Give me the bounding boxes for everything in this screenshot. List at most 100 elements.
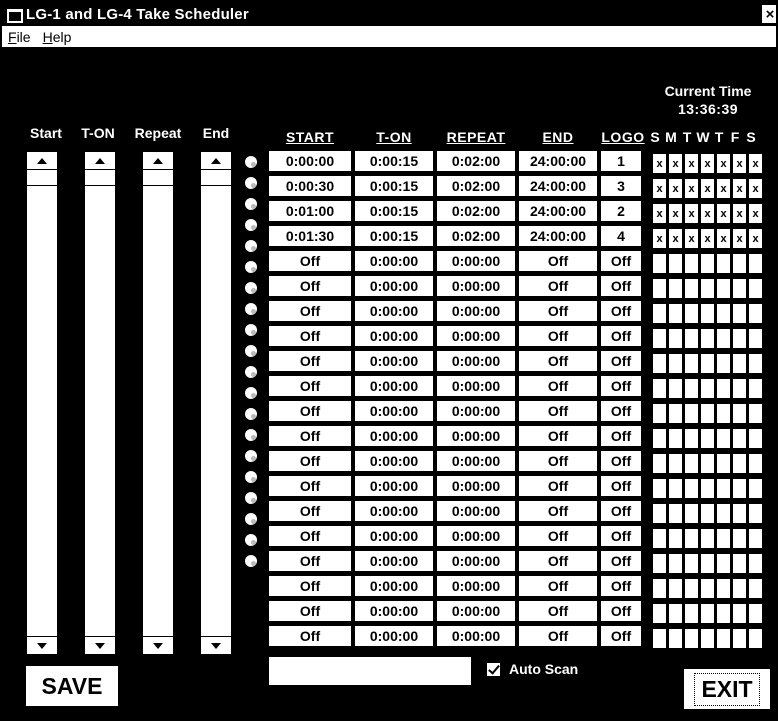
ton-field[interactable]: 0:00:00: [354, 600, 434, 622]
end-field[interactable]: Off: [518, 525, 598, 547]
day-checkbox[interactable]: [700, 303, 715, 324]
day-checkbox[interactable]: [700, 428, 715, 449]
day-checkbox[interactable]: [668, 478, 683, 499]
logo-field[interactable]: Off: [600, 575, 642, 597]
ton-field[interactable]: 0:00:00: [354, 250, 434, 272]
day-checkbox[interactable]: x: [732, 228, 747, 249]
exit-button[interactable]: EXIT: [682, 667, 772, 711]
scroll-down-button[interactable]: [201, 636, 231, 654]
day-checkbox[interactable]: x: [700, 153, 715, 174]
day-checkbox[interactable]: x: [684, 178, 699, 199]
start-field[interactable]: Off: [268, 325, 352, 347]
day-checkbox[interactable]: x: [684, 153, 699, 174]
end-field[interactable]: Off: [518, 625, 598, 647]
day-checkbox[interactable]: [652, 403, 667, 424]
scroll-down-button[interactable]: [143, 636, 173, 654]
logo-field[interactable]: Off: [600, 350, 642, 372]
day-checkbox[interactable]: [732, 603, 747, 624]
end-field[interactable]: Off: [518, 575, 598, 597]
day-checkbox[interactable]: [684, 578, 699, 599]
day-checkbox[interactable]: [732, 303, 747, 324]
start-field[interactable]: Off: [268, 400, 352, 422]
day-checkbox[interactable]: [732, 478, 747, 499]
day-checkbox[interactable]: [716, 403, 731, 424]
day-checkbox[interactable]: [700, 503, 715, 524]
day-checkbox[interactable]: [668, 353, 683, 374]
ton-field[interactable]: 0:00:15: [354, 150, 434, 172]
day-checkbox[interactable]: [732, 403, 747, 424]
day-checkbox[interactable]: [700, 603, 715, 624]
ton-field[interactable]: 0:00:15: [354, 200, 434, 222]
day-checkbox[interactable]: [668, 278, 683, 299]
day-checkbox[interactable]: [652, 303, 667, 324]
row-radio-button[interactable]: [244, 386, 258, 400]
day-checkbox[interactable]: [732, 578, 747, 599]
row-radio-button[interactable]: [244, 197, 258, 211]
day-checkbox[interactable]: [732, 453, 747, 474]
end-field[interactable]: Off: [518, 475, 598, 497]
row-radio-button[interactable]: [244, 428, 258, 442]
ton-field[interactable]: 0:00:00: [354, 400, 434, 422]
day-checkbox[interactable]: [716, 378, 731, 399]
day-checkbox[interactable]: [684, 253, 699, 274]
repeat-field[interactable]: 0:00:00: [436, 550, 516, 572]
repeat-field[interactable]: 0:02:00: [436, 150, 516, 172]
row-radio-button[interactable]: [244, 491, 258, 505]
day-checkbox[interactable]: [652, 628, 667, 649]
app-window-icon[interactable]: [6, 7, 23, 23]
start-field[interactable]: Off: [268, 500, 352, 522]
repeat-field[interactable]: 0:02:00: [436, 175, 516, 197]
row-radio-button[interactable]: [244, 512, 258, 526]
day-checkbox[interactable]: [716, 353, 731, 374]
start-field[interactable]: Off: [268, 475, 352, 497]
day-checkbox[interactable]: [652, 428, 667, 449]
day-checkbox[interactable]: x: [668, 203, 683, 224]
day-checkbox[interactable]: [748, 578, 763, 599]
ton-field[interactable]: 0:00:15: [354, 175, 434, 197]
day-checkbox[interactable]: [684, 378, 699, 399]
repeat-field[interactable]: 0:00:00: [436, 450, 516, 472]
day-checkbox[interactable]: [684, 553, 699, 574]
day-checkbox[interactable]: [684, 353, 699, 374]
scroll-up-button[interactable]: [27, 152, 57, 170]
repeat-field[interactable]: 0:00:00: [436, 500, 516, 522]
day-checkbox[interactable]: [684, 428, 699, 449]
repeat-field[interactable]: 0:00:00: [436, 525, 516, 547]
day-checkbox[interactable]: x: [652, 228, 667, 249]
start-field[interactable]: Off: [268, 525, 352, 547]
day-checkbox[interactable]: [716, 503, 731, 524]
day-checkbox[interactable]: [652, 503, 667, 524]
day-checkbox[interactable]: [732, 528, 747, 549]
ton-scrollbar[interactable]: [84, 151, 116, 655]
repeat-field[interactable]: 0:02:00: [436, 225, 516, 247]
repeat-scrollbar[interactable]: [142, 151, 174, 655]
day-checkbox[interactable]: [668, 528, 683, 549]
logo-field[interactable]: Off: [600, 425, 642, 447]
start-field[interactable]: Off: [268, 625, 352, 647]
day-checkbox[interactable]: x: [716, 203, 731, 224]
day-checkbox[interactable]: [652, 353, 667, 374]
ton-field[interactable]: 0:00:00: [354, 375, 434, 397]
repeat-field[interactable]: 0:00:00: [436, 375, 516, 397]
day-checkbox[interactable]: [652, 478, 667, 499]
repeat-field[interactable]: 0:00:00: [436, 325, 516, 347]
end-field[interactable]: Off: [518, 250, 598, 272]
day-checkbox[interactable]: [700, 453, 715, 474]
row-radio-button[interactable]: [244, 302, 258, 316]
start-field[interactable]: Off: [268, 300, 352, 322]
day-checkbox[interactable]: [716, 303, 731, 324]
start-field[interactable]: Off: [268, 550, 352, 572]
day-checkbox[interactable]: [732, 278, 747, 299]
day-checkbox[interactable]: [652, 553, 667, 574]
logo-field[interactable]: Off: [600, 625, 642, 647]
day-checkbox[interactable]: [668, 328, 683, 349]
day-checkbox[interactable]: [716, 428, 731, 449]
day-checkbox[interactable]: [732, 378, 747, 399]
day-checkbox[interactable]: [748, 428, 763, 449]
day-checkbox[interactable]: [732, 328, 747, 349]
repeat-field[interactable]: 0:00:00: [436, 350, 516, 372]
menu-file[interactable]: File: [8, 29, 31, 45]
logo-field[interactable]: Off: [600, 275, 642, 297]
repeat-field[interactable]: 0:00:00: [436, 250, 516, 272]
row-radio-button[interactable]: [244, 323, 258, 337]
